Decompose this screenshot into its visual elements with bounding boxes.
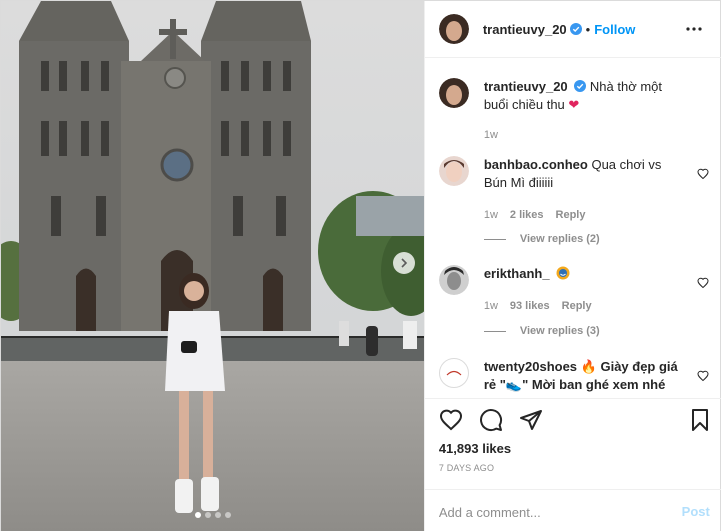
divider-line xyxy=(483,238,506,240)
avatar[interactable] xyxy=(438,358,469,388)
avatar[interactable] xyxy=(438,14,469,44)
add-comment-bar: Post xyxy=(424,489,721,531)
comment-username[interactable]: twenty20shoes xyxy=(484,359,577,374)
caption-time[interactable]: 1w xyxy=(484,126,498,144)
like-comment-heart-icon[interactable] xyxy=(697,168,709,180)
avatar[interactable] xyxy=(438,156,469,186)
comment-input[interactable] xyxy=(438,502,659,522)
instagram-post: trantieuvy_20 • Follow trantieuvy_20 Nhà… xyxy=(0,0,721,531)
likes-count[interactable]: 41,893 likes xyxy=(439,441,511,456)
comment-body: banhbao.conheo Qua chơi vs Bún Mì điiiii… xyxy=(484,156,684,224)
heart-emoji: ❤ xyxy=(568,97,580,112)
follow-button[interactable]: Follow xyxy=(594,22,635,37)
comment-body: erikthanh_ 1w 93 likes Reply xyxy=(484,265,684,315)
action-icons xyxy=(439,408,543,432)
post-author-username[interactable]: trantieuvy_20 xyxy=(483,22,567,37)
chevron-right-icon xyxy=(401,258,408,268)
fire-emoji: 🔥 xyxy=(580,359,597,374)
carousel-dot xyxy=(215,512,221,518)
caption-meta: 1w xyxy=(484,126,684,144)
caption-username[interactable]: trantieuvy_20 xyxy=(484,79,568,94)
avatar[interactable] xyxy=(438,78,469,108)
post-date[interactable]: 7 DAYS AGO xyxy=(439,463,494,473)
view-replies-label: View replies (3) xyxy=(519,325,600,337)
separator-dot: • xyxy=(585,21,591,37)
more-options-icon[interactable] xyxy=(686,21,702,37)
carousel-next-button[interactable] xyxy=(393,252,415,274)
comment-meta: 1w 2 likes Reply xyxy=(484,206,684,224)
comment-username[interactable]: banhbao.conheo xyxy=(484,157,588,172)
divider-line xyxy=(483,330,506,332)
brand-logo xyxy=(440,360,467,386)
view-replies-label: View replies (2) xyxy=(519,233,600,245)
post-photo[interactable] xyxy=(1,1,424,531)
like-heart-icon[interactable] xyxy=(439,408,463,432)
comment-body: twenty20shoes 🔥 Giày đẹp giá rẻ "👟" Mời … xyxy=(484,358,684,394)
like-comment-heart-icon[interactable] xyxy=(697,277,709,289)
comment-likes[interactable]: 2 likes xyxy=(510,206,544,224)
comment-likes[interactable]: 93 likes xyxy=(510,297,550,315)
view-replies-button[interactable]: View replies (2) xyxy=(483,233,600,245)
save-bookmark-icon[interactable] xyxy=(688,408,712,432)
like-comment-heart-icon[interactable] xyxy=(697,370,709,382)
comment-meta: 1w 93 likes Reply xyxy=(484,297,684,315)
profile-picture xyxy=(438,265,469,295)
comment-time[interactable]: 1w xyxy=(484,297,498,315)
post-actions: 41,893 likes 7 DAYS AGO Post xyxy=(424,398,721,531)
comment-time[interactable]: 1w xyxy=(484,206,498,224)
share-send-icon[interactable] xyxy=(519,408,543,432)
emoji-icon xyxy=(556,266,570,280)
comment-icon[interactable] xyxy=(479,408,503,432)
view-replies-button[interactable]: View replies (3) xyxy=(483,325,600,337)
verified-badge-icon xyxy=(574,80,587,92)
reply-button[interactable]: Reply xyxy=(562,297,592,315)
post-details-panel: trantieuvy_20 • Follow trantieuvy_20 Nhà… xyxy=(423,1,721,531)
carousel-indicator xyxy=(1,512,424,518)
comment-username[interactable]: erikthanh_ xyxy=(484,266,550,281)
carousel-dot xyxy=(225,512,231,518)
verified-badge-icon xyxy=(569,23,582,35)
profile-picture xyxy=(438,14,469,44)
profile-picture xyxy=(438,156,469,186)
comments-list[interactable]: trantieuvy_20 Nhà thờ một buổi chiều thu… xyxy=(425,58,721,398)
carousel-dot xyxy=(195,512,201,518)
post-comment-button[interactable]: Post xyxy=(682,504,710,519)
reply-button[interactable]: Reply xyxy=(556,206,586,224)
cathedral-photo xyxy=(1,1,424,531)
avatar[interactable] xyxy=(438,265,469,295)
caption-body: trantieuvy_20 Nhà thờ một buổi chiều thu… xyxy=(484,78,684,144)
post-header: trantieuvy_20 • Follow xyxy=(424,1,721,58)
profile-picture xyxy=(438,78,469,108)
carousel-dot xyxy=(205,512,211,518)
